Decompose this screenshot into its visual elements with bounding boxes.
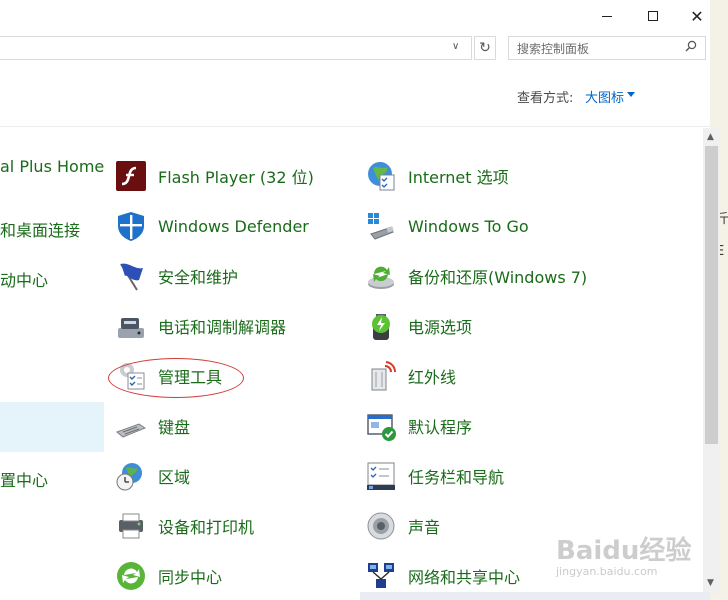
left-item-label[interactable]: 置中心 — [0, 467, 48, 491]
content-divider — [0, 126, 710, 127]
cp-item-windows-to-go[interactable]: Windows To Go — [364, 206, 529, 246]
cp-item-phone-modem[interactable]: 电话和调制解调器 — [114, 306, 286, 346]
left-item-label[interactable]: al Plus Home — [0, 157, 104, 176]
cp-item-sync-center[interactable]: 同步中心 — [114, 556, 222, 596]
item-label: 备份和还原(Windows 7) — [408, 268, 588, 287]
item-label: 区域 — [158, 468, 191, 487]
search-icon[interactable] — [685, 40, 697, 55]
watermark-main: Baidu经验 — [556, 536, 692, 566]
view-by-label: 查看方式: — [517, 91, 574, 106]
devices-printers-icon — [114, 509, 148, 543]
scroll-thumb[interactable] — [705, 146, 718, 444]
cp-item-keyboard[interactable]: 键盘 — [114, 406, 190, 446]
cp-item-region[interactable]: 区域 — [114, 456, 190, 496]
left-item-label[interactable]: 动中心 — [0, 267, 48, 291]
cp-item-sound[interactable]: 声音 — [364, 506, 440, 546]
network-sharing-icon — [364, 559, 398, 593]
item-label: 声音 — [408, 518, 441, 537]
windows-defender-icon — [114, 209, 148, 243]
scroll-up-icon[interactable]: ▲ — [707, 132, 714, 142]
windows-to-go-icon — [364, 209, 398, 243]
sound-icon — [364, 509, 398, 543]
item-label: 键盘 — [158, 418, 191, 437]
default-programs-icon — [364, 409, 398, 443]
cp-item-flash-player[interactable]: Flash Player (32 位) — [114, 156, 314, 196]
address-bar[interactable]: ∨ — [0, 36, 472, 60]
item-label: 电源选项 — [408, 318, 473, 337]
cp-item-internet-options[interactable]: Internet 选项 — [364, 156, 509, 196]
taskbar-navigation-icon — [364, 459, 398, 493]
chevron-down-icon[interactable] — [627, 92, 635, 97]
power-options-icon — [364, 309, 398, 343]
cp-item-backup-restore[interactable]: 备份和还原(Windows 7) — [364, 256, 587, 296]
item-label: 同步中心 — [158, 568, 223, 587]
search-input[interactable]: 搜索控制面板 — [508, 36, 706, 60]
cp-item-taskbar-navigation[interactable]: 任务栏和导航 — [364, 456, 504, 496]
close-button[interactable]: ✕ — [674, 0, 720, 32]
item-label: Flash Player (32 位) — [158, 168, 314, 187]
cp-item-network-sharing[interactable]: 网络和共享中心 — [364, 556, 520, 596]
internet-options-icon — [364, 159, 398, 193]
maximize-button[interactable] — [630, 0, 676, 32]
chevron-down-icon[interactable]: ∨ — [452, 41, 459, 52]
item-label: 红外线 — [408, 368, 457, 387]
cp-item-security-maintenance[interactable]: 安全和维护 — [114, 256, 238, 296]
cp-item-windows-defender[interactable]: Windows Defender — [114, 206, 309, 246]
watermark: Baidu经验 jingyan.baidu.com — [556, 530, 691, 578]
refresh-button[interactable]: ↻ — [474, 36, 496, 60]
cp-item-default-programs[interactable]: 默认程序 — [364, 406, 472, 446]
keyboard-icon — [114, 409, 148, 443]
annotation-ellipse — [108, 358, 244, 398]
taskbar-strip — [360, 592, 710, 600]
infrared-icon — [364, 359, 398, 393]
item-label: 网络和共享中心 — [408, 568, 521, 587]
maximize-icon — [648, 11, 658, 21]
backup-restore-icon — [364, 259, 398, 293]
cp-item-power-options[interactable]: 电源选项 — [364, 306, 472, 346]
region-icon — [114, 459, 148, 493]
item-label: 安全和维护 — [158, 268, 239, 287]
left-item-label[interactable]: 和桌面连接 — [0, 217, 80, 241]
item-label: 默认程序 — [408, 418, 473, 437]
cp-item-infrared[interactable]: 红外线 — [364, 356, 456, 396]
item-label: 任务栏和导航 — [408, 468, 505, 487]
security-maintenance-icon — [114, 259, 148, 293]
refresh-icon: ↻ — [479, 40, 491, 56]
minimize-icon — [602, 15, 612, 17]
sync-center-icon — [114, 559, 148, 593]
minimize-button[interactable] — [584, 0, 630, 32]
search-placeholder: 搜索控制面板 — [517, 42, 590, 56]
item-label: Windows Defender — [158, 216, 309, 236]
item-label: Windows To Go — [408, 216, 529, 236]
view-by-dropdown[interactable]: 大图标 — [585, 87, 624, 106]
item-label: 设备和打印机 — [158, 518, 255, 537]
scroll-down-icon[interactable]: ▼ — [707, 578, 714, 588]
watermark-sub: jingyan.baidu.com — [556, 565, 658, 578]
close-icon: ✕ — [690, 6, 704, 26]
flash-player-icon — [114, 159, 148, 193]
item-label: 电话和调制解调器 — [158, 318, 287, 337]
item-label: Internet 选项 — [408, 168, 509, 187]
phone-modem-icon — [114, 309, 148, 343]
selected-item-highlight[interactable] — [0, 402, 104, 452]
cp-item-devices-printers[interactable]: 设备和打印机 — [114, 506, 254, 546]
